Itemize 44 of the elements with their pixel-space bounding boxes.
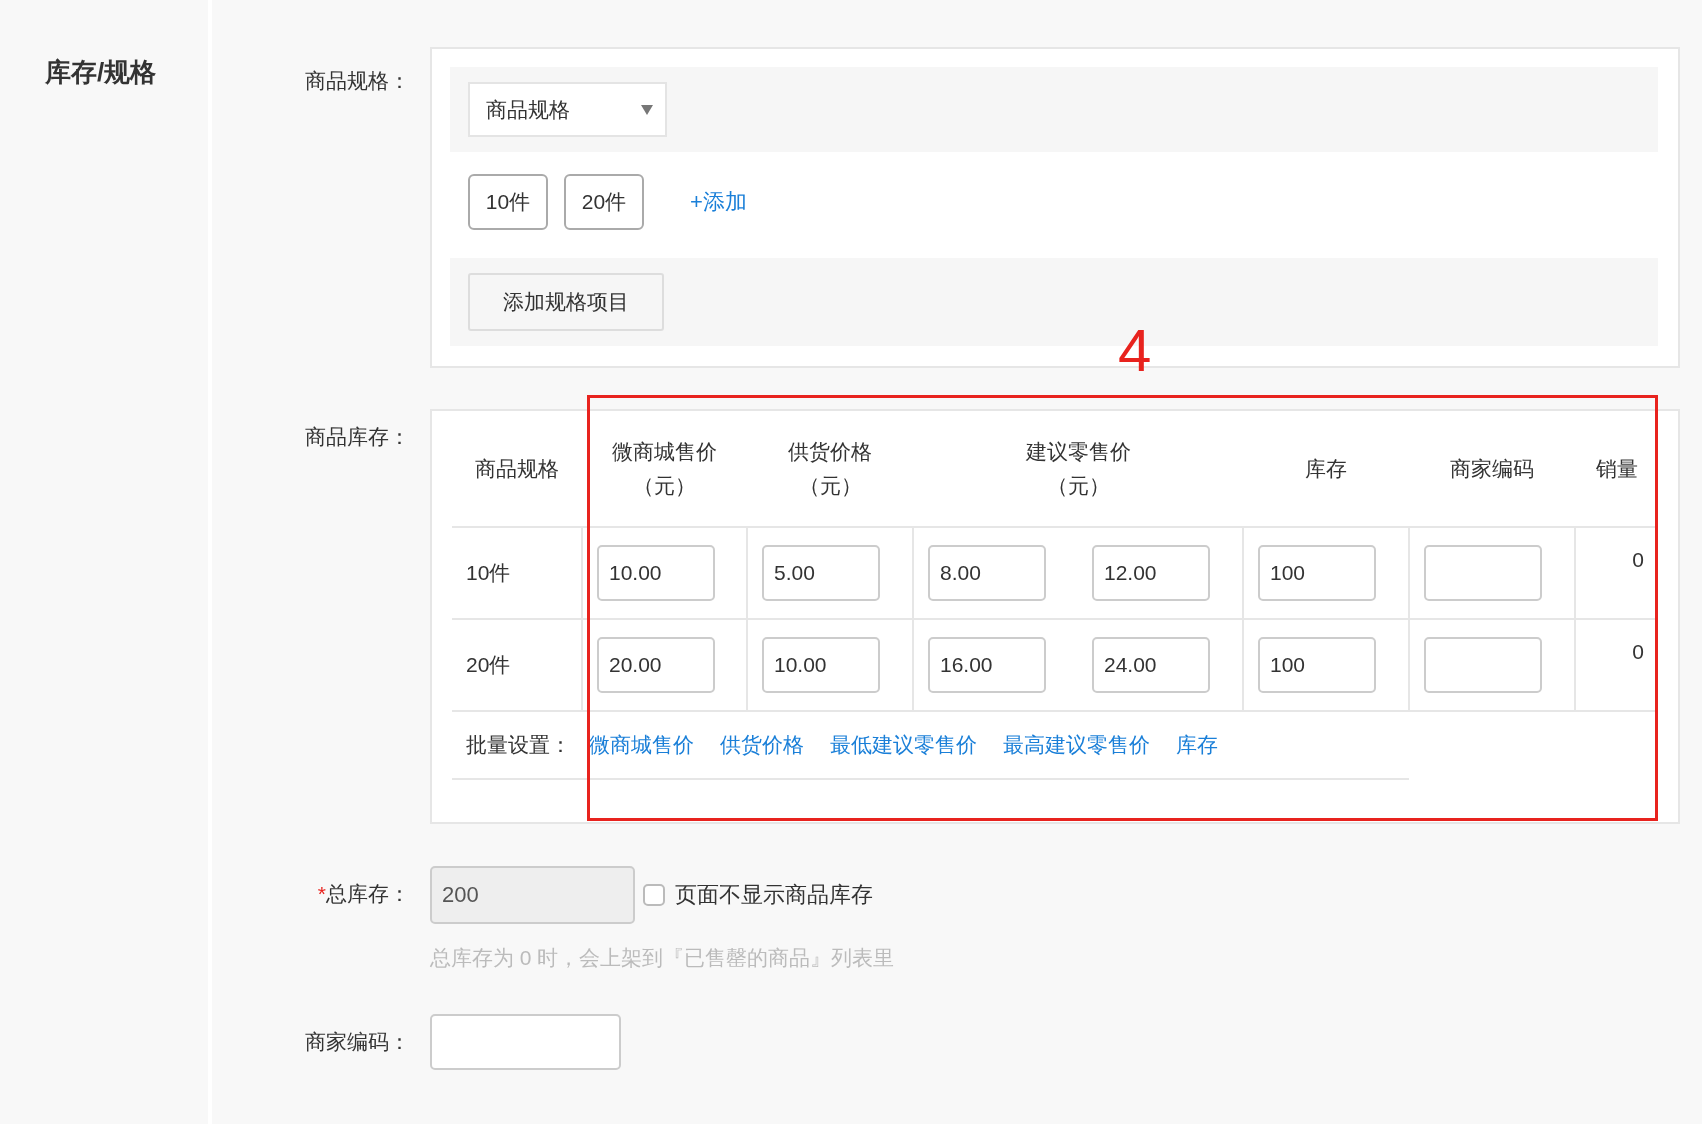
table-cell: 20件 (452, 619, 582, 711)
field-label: *总库存： (317, 881, 410, 907)
batch-link[interactable]: 微商城售价 (589, 731, 694, 759)
table-input[interactable]: 5.00 (762, 545, 880, 601)
batch-link[interactable]: 最高建议零售价 (1003, 731, 1150, 759)
annotation-number: 4 (1118, 321, 1152, 381)
table-input[interactable]: 10.00 (762, 637, 880, 693)
batch-link[interactable]: 供货价格 (720, 731, 804, 759)
table-input[interactable] (1424, 637, 1542, 693)
batch-link[interactable]: 最低建议零售价 (830, 731, 977, 759)
add-spec-button[interactable]: 添加规格项目 (468, 273, 664, 331)
column-header: 供货价格 （元） (747, 411, 913, 527)
section-title: 库存/规格 (45, 56, 158, 89)
table-input[interactable]: 16.00 (928, 637, 1046, 693)
field-label: 商品库存： (305, 424, 410, 450)
spec-dropdown[interactable]: 商品规格 (468, 82, 667, 137)
caret-icon (641, 104, 653, 115)
hint-text: 总库存为 0 时，会上架到『已售罄的商品』列表里 (430, 945, 896, 971)
table-input[interactable]: 12.00 (1092, 545, 1210, 601)
checkbox-label: 页面不显示商品库存 (675, 881, 873, 909)
table-input[interactable] (1424, 545, 1542, 601)
table-input[interactable]: 20.00 (597, 637, 715, 693)
table-cell: 0 (1575, 619, 1658, 711)
table-cell: 10件 (452, 527, 582, 619)
column-header: 建议零售价 （元） (913, 411, 1243, 527)
column-header: 微商城售价 （元） (582, 411, 747, 527)
spec-value-tag[interactable]: 20件 (564, 174, 644, 230)
table-input[interactable]: 100 (1258, 545, 1376, 601)
add-link[interactable]: +添加 (690, 187, 747, 217)
column-header: 销量 (1575, 411, 1658, 527)
table-input[interactable]: 10.00 (597, 545, 715, 601)
column-header: 商家编码 (1409, 411, 1575, 527)
field-label: 商家编码： (305, 1029, 410, 1055)
merchant-code-input[interactable] (430, 1014, 621, 1070)
field-label: 商品规格： (305, 68, 410, 94)
table-input[interactable]: 24.00 (1092, 637, 1210, 693)
column-header: 商品规格 (452, 411, 582, 527)
batch-link[interactable]: 库存 (1176, 731, 1218, 759)
table-input[interactable]: 100 (1258, 637, 1376, 693)
table-cell: 0 (1575, 527, 1658, 619)
column-header: 库存 (1243, 411, 1409, 527)
spec-value-tag[interactable]: 10件 (468, 174, 548, 230)
table-input[interactable]: 8.00 (928, 545, 1046, 601)
batch-label: 批量设置： (466, 732, 571, 758)
